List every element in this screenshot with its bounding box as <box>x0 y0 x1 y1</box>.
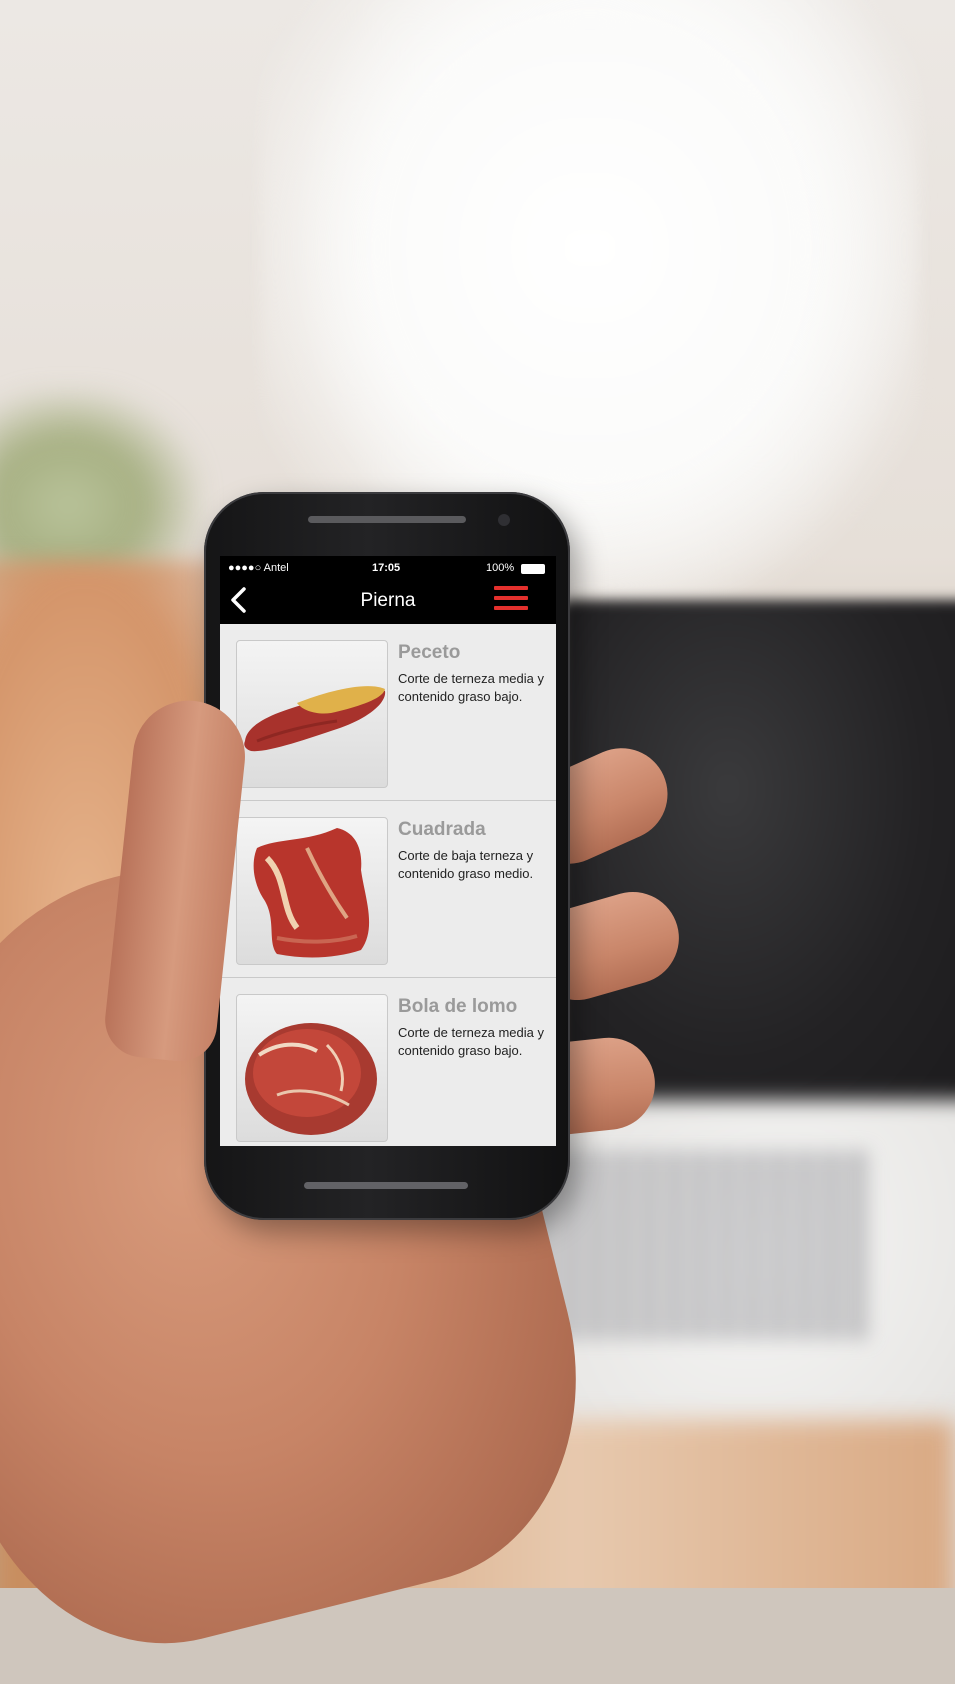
navigation-bar: Pierna <box>220 578 556 622</box>
cuts-list: Peceto Corte de terneza media y contenid… <box>220 624 556 1146</box>
front-camera <box>498 514 510 526</box>
phone-bottom-speaker <box>304 1182 468 1189</box>
peceto-image <box>244 686 386 752</box>
smartphone: ●●●●○ Antel 17:05 100% Pierna Peceto Cor… <box>204 492 570 1220</box>
list-item-peceto[interactable]: Peceto Corte de terneza media y contenid… <box>220 624 556 801</box>
list-item-bola-de-lomo[interactable]: Bola de lomo Corte de terneza media y co… <box>220 978 556 1146</box>
cut-description: Corte de baja terneza y contenido graso … <box>398 848 534 881</box>
cut-title: Cuadrada <box>398 819 486 840</box>
list-item-cuadrada[interactable]: Cuadrada Corte de baja terneza y conteni… <box>220 801 556 978</box>
battery-icon <box>521 564 545 574</box>
cut-title: Peceto <box>398 642 461 663</box>
hamburger-menu-icon[interactable] <box>494 584 530 612</box>
carrier-label: ●●●●○ Antel <box>228 562 289 574</box>
cut-title: Bola de lomo <box>398 996 518 1017</box>
meat-thumbnail <box>236 817 388 965</box>
cut-description: Corte de terneza media y contenido graso… <box>398 1025 544 1058</box>
meat-thumbnail <box>236 994 388 1142</box>
battery-percent: 100% <box>486 562 515 574</box>
meat-thumbnail <box>236 640 388 788</box>
cut-description: Corte de terneza media y contenido graso… <box>398 671 544 704</box>
phone-screen: ●●●●○ Antel 17:05 100% Pierna Peceto Cor… <box>220 556 556 1146</box>
cuadrada-image <box>253 828 370 958</box>
clock: 17:05 <box>372 562 401 574</box>
bola-de-lomo-image <box>245 1023 377 1135</box>
status-bar: ●●●●○ Antel 17:05 100% <box>220 556 556 578</box>
phone-earpiece <box>308 516 466 523</box>
